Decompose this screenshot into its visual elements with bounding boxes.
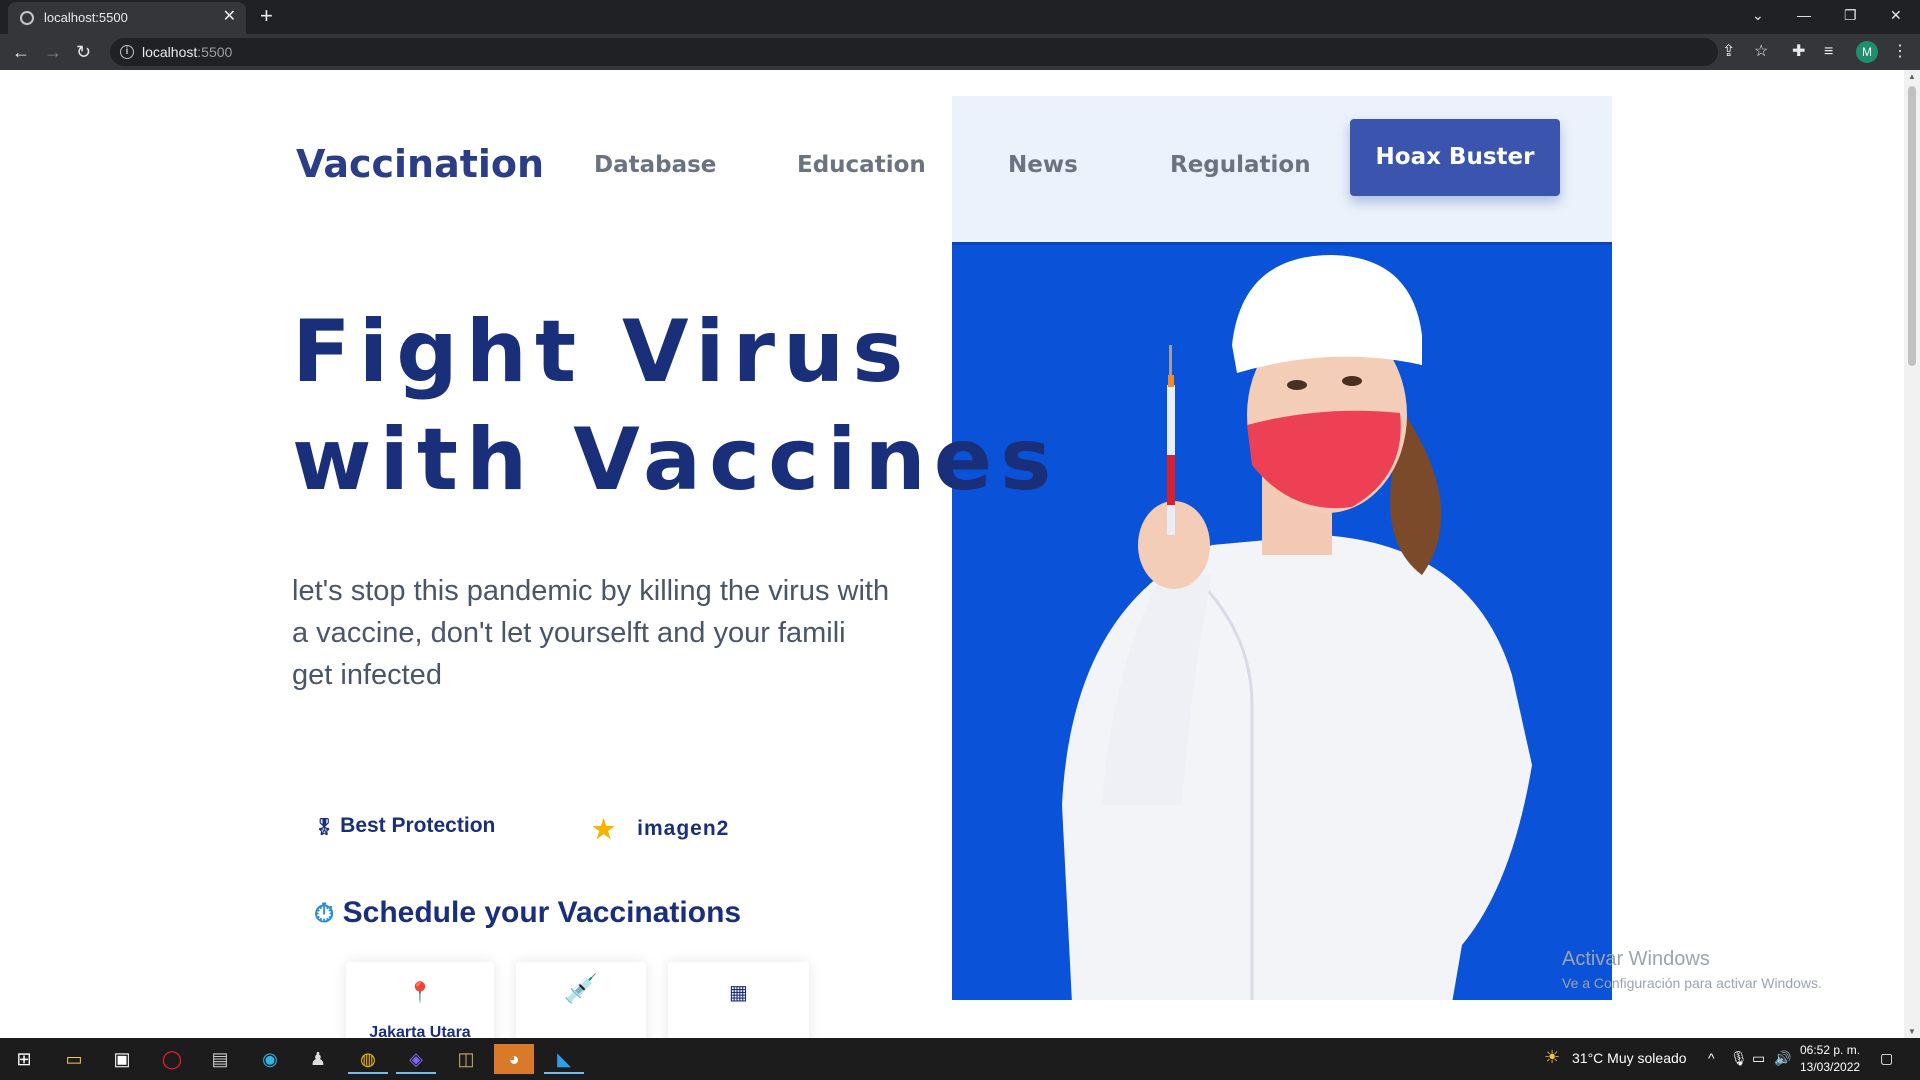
clock-date: 13/03/2022 — [1800, 1060, 1861, 1074]
info-icon[interactable]: i — [120, 45, 134, 59]
tray-chevron-icon[interactable]: ^ — [1708, 1050, 1715, 1066]
page-viewport: Vaccination Database Education News Regu… — [0, 70, 1920, 1038]
notifications-icon[interactable]: ▢ — [1880, 1050, 1893, 1067]
vscode-icon[interactable]: ◣ — [544, 1044, 584, 1074]
edge-icon[interactable]: ◉ — [250, 1044, 290, 1074]
browser-toolbar: ← → ↻ i localhost:5500 ⇪ ☆ ✚ ≡ M ⋮ — [0, 34, 1920, 70]
scroll-thumb[interactable] — [1908, 86, 1916, 366]
game-icon[interactable]: ◕ — [494, 1044, 534, 1074]
close-window-button[interactable]: ✕ — [1890, 6, 1902, 24]
schedule-card-date[interactable]: ▦ — [668, 962, 809, 1038]
extensions-icon[interactable]: ✚ — [1792, 42, 1805, 62]
url-text[interactable]: localhost:5500 — [142, 44, 232, 60]
new-tab-button[interactable]: + — [260, 4, 273, 28]
volume-icon[interactable]: 🔊 — [1774, 1050, 1791, 1067]
browser-tab[interactable]: localhost:5500 ✕ — [8, 2, 246, 34]
scroll-down-icon[interactable]: ▼ — [1908, 1027, 1916, 1036]
windows-activation-watermark: Activar Windows Ve a Configuración para … — [1562, 948, 1822, 991]
syringe-icon: 💉 — [563, 973, 599, 1004]
watermark-subtitle: Ve a Configuración para activar Windows. — [1562, 975, 1822, 991]
network-icon[interactable]: ▭ — [1752, 1050, 1765, 1067]
minimize-button[interactable]: — — [1797, 6, 1811, 24]
feature-label-2: imagen2 — [637, 817, 730, 840]
browser-tab-bar: localhost:5500 ✕ + ⌄ — ❐ ✕ — [0, 0, 1920, 34]
chrome-icon[interactable]: ◍ — [348, 1044, 388, 1074]
address-bar[interactable]: i localhost:5500 ⇪ ☆ — [110, 38, 1768, 66]
page-scrollbar[interactable]: ▲ ▼ — [1904, 70, 1920, 1038]
reload-icon[interactable]: ↻ — [76, 42, 91, 62]
nav-link-database[interactable]: Database — [594, 152, 716, 178]
hero-headline: Fight Virus with Vaccines — [292, 298, 1059, 514]
card-label-location: Jakarta Utara — [369, 1024, 471, 1038]
feature-label-1: Best Protection — [340, 814, 496, 837]
tab-search-icon[interactable]: ⌄ — [1752, 6, 1764, 24]
windows-taskbar: ⊞ ▭ ▣ ◯ ▤ ◉ ♟ ◍ ◈ ◫ ◕ ◣ ☀ 31°C Muy solea… — [0, 1038, 1920, 1080]
hoax-buster-button[interactable]: Hoax Buster — [1350, 119, 1560, 196]
alarm-clock-icon: ⏱ — [314, 898, 335, 928]
weather-sun-icon[interactable]: ☀ — [1544, 1047, 1560, 1068]
schedule-heading: ⏱ Schedule your Vaccinations — [314, 896, 741, 930]
share-icon[interactable]: ⇪ — [1722, 42, 1735, 62]
nav-link-news[interactable]: News — [1008, 152, 1078, 178]
nav-link-regulation[interactable]: Regulation — [1170, 152, 1311, 178]
star-icon: ★ — [592, 814, 617, 844]
watermark-title: Activar Windows — [1562, 948, 1710, 970]
weather-text[interactable]: 31°C Muy soleado — [1572, 1050, 1687, 1066]
clock-time: 06:52 p. m. — [1800, 1043, 1861, 1057]
opera-icon[interactable]: ◯ — [152, 1044, 192, 1074]
microphone-icon[interactable]: 🎙 — [1730, 1050, 1748, 1067]
schedule-card-location[interactable]: 📍 Jakarta Utara — [346, 962, 494, 1038]
forward-icon[interactable]: → — [44, 42, 62, 62]
store-icon[interactable]: ▣ — [102, 1044, 142, 1074]
headline-line-1: Fight Virus — [292, 302, 912, 402]
back-icon[interactable]: ← — [12, 42, 30, 62]
feature-imagen2: ★ imagen2 — [592, 814, 729, 845]
media-icon[interactable]: ≡ — [1824, 42, 1833, 62]
nav-link-education[interactable]: Education — [797, 152, 926, 178]
file-explorer-icon[interactable]: ▭ — [54, 1044, 94, 1074]
schedule-title: Schedule your Vaccinations — [342, 896, 742, 929]
clock[interactable]: 06:52 p. m. 13/03/2022 — [1800, 1042, 1860, 1076]
close-tab-icon[interactable]: ✕ — [223, 8, 236, 26]
app-icon[interactable]: ♟ — [298, 1044, 338, 1074]
profile-avatar[interactable]: M — [1856, 41, 1878, 63]
terminal-icon[interactable]: ▤ — [200, 1044, 240, 1074]
hero-subtext: let's stop this pandemic by killing the … — [292, 575, 890, 691]
location-pin-icon: 📍 — [407, 982, 433, 1004]
tab-title: localhost:5500 — [44, 10, 128, 25]
scroll-up-icon[interactable]: ▲ — [1908, 72, 1916, 81]
shield-badge-icon: 🎖 — [314, 819, 335, 836]
feature-best-protection: 🎖 Best Protection — [314, 814, 495, 838]
schedule-card-vaccine[interactable]: 💉 — [516, 962, 646, 1038]
restore-button[interactable]: ❐ — [1844, 6, 1857, 24]
bookmark-star-icon[interactable]: ☆ — [1754, 42, 1768, 62]
globe-icon — [20, 11, 34, 25]
game-client-icon[interactable]: ◫ — [446, 1044, 486, 1074]
headline-line-2: with Vaccines — [292, 410, 1060, 510]
calendar-icon: ▦ — [729, 982, 748, 1004]
discord-icon[interactable]: ◈ — [396, 1044, 436, 1074]
brand-logo[interactable]: Vaccination — [296, 142, 544, 186]
windows-start-icon[interactable]: ⊞ — [4, 1044, 44, 1074]
menu-kebab-icon[interactable]: ⋮ — [1892, 42, 1908, 62]
